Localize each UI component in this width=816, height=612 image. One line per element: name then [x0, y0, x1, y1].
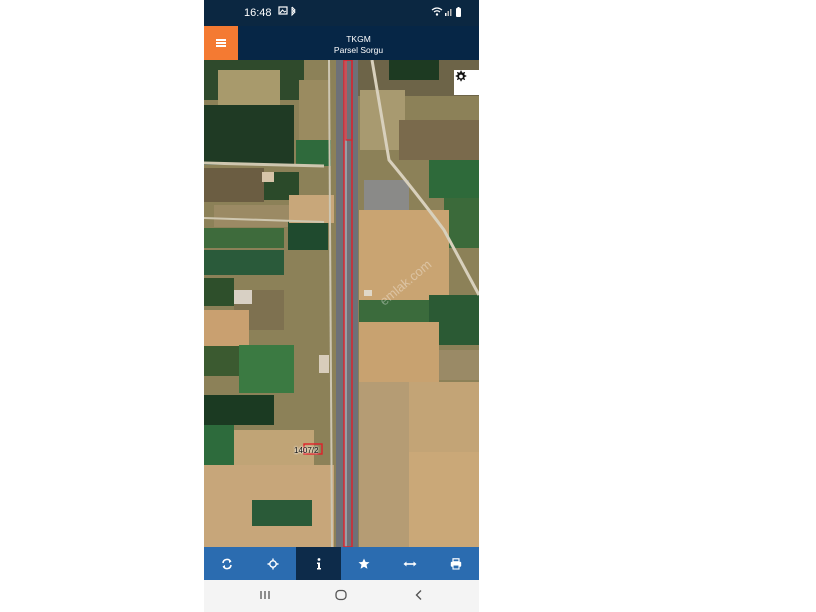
- back-button[interactable]: [413, 588, 425, 606]
- signal-icon: [445, 9, 452, 16]
- battery-icon: [456, 7, 461, 17]
- app-subtitle: Parsel Sorgu: [333, 45, 384, 55]
- print-button[interactable]: [433, 547, 479, 580]
- settings-button[interactable]: [454, 70, 479, 95]
- phone-screen: 16:48 TKGM Parsel Sorgu emlak.com 1407/2: [204, 0, 479, 612]
- recent-apps-icon: [260, 591, 270, 599]
- system-nav-bar: [204, 580, 479, 612]
- wifi-icon: [431, 7, 443, 16]
- bluetooth-icon: [291, 6, 296, 17]
- menu-button[interactable]: [204, 26, 238, 60]
- app-bar: TKGM Parsel Sorgu: [204, 26, 479, 60]
- info-button[interactable]: [295, 547, 342, 580]
- locate-crosshair-icon: [267, 558, 279, 569]
- satellite-map: [204, 60, 479, 547]
- recent-apps-button[interactable]: [259, 588, 271, 606]
- home-icon: [335, 589, 347, 601]
- status-time: 16:48: [244, 7, 272, 19]
- favorite-button[interactable]: [341, 547, 387, 580]
- bottom-toolbar: [204, 547, 479, 580]
- refresh-icon: [222, 558, 232, 569]
- status-bar: 16:48: [204, 0, 479, 26]
- parcel-label: 1407/2: [294, 446, 319, 455]
- measure-arrows-icon: [403, 561, 417, 566]
- gallery-icon: [278, 6, 288, 15]
- hamburger-menu-icon: [216, 39, 226, 48]
- locate-button[interactable]: [250, 547, 296, 580]
- info-icon: [316, 557, 321, 569]
- gear-icon: [455, 70, 467, 82]
- back-icon: [415, 590, 422, 600]
- status-left-icons: [278, 5, 300, 20]
- map-view[interactable]: emlak.com 1407/2: [204, 60, 479, 547]
- home-button[interactable]: [335, 588, 347, 606]
- print-icon: [450, 557, 462, 570]
- app-title: TKGM: [346, 34, 371, 44]
- refresh-button[interactable]: [204, 547, 250, 580]
- measure-button[interactable]: [387, 547, 433, 580]
- star-icon: [358, 558, 370, 569]
- status-right-icons: [431, 6, 465, 21]
